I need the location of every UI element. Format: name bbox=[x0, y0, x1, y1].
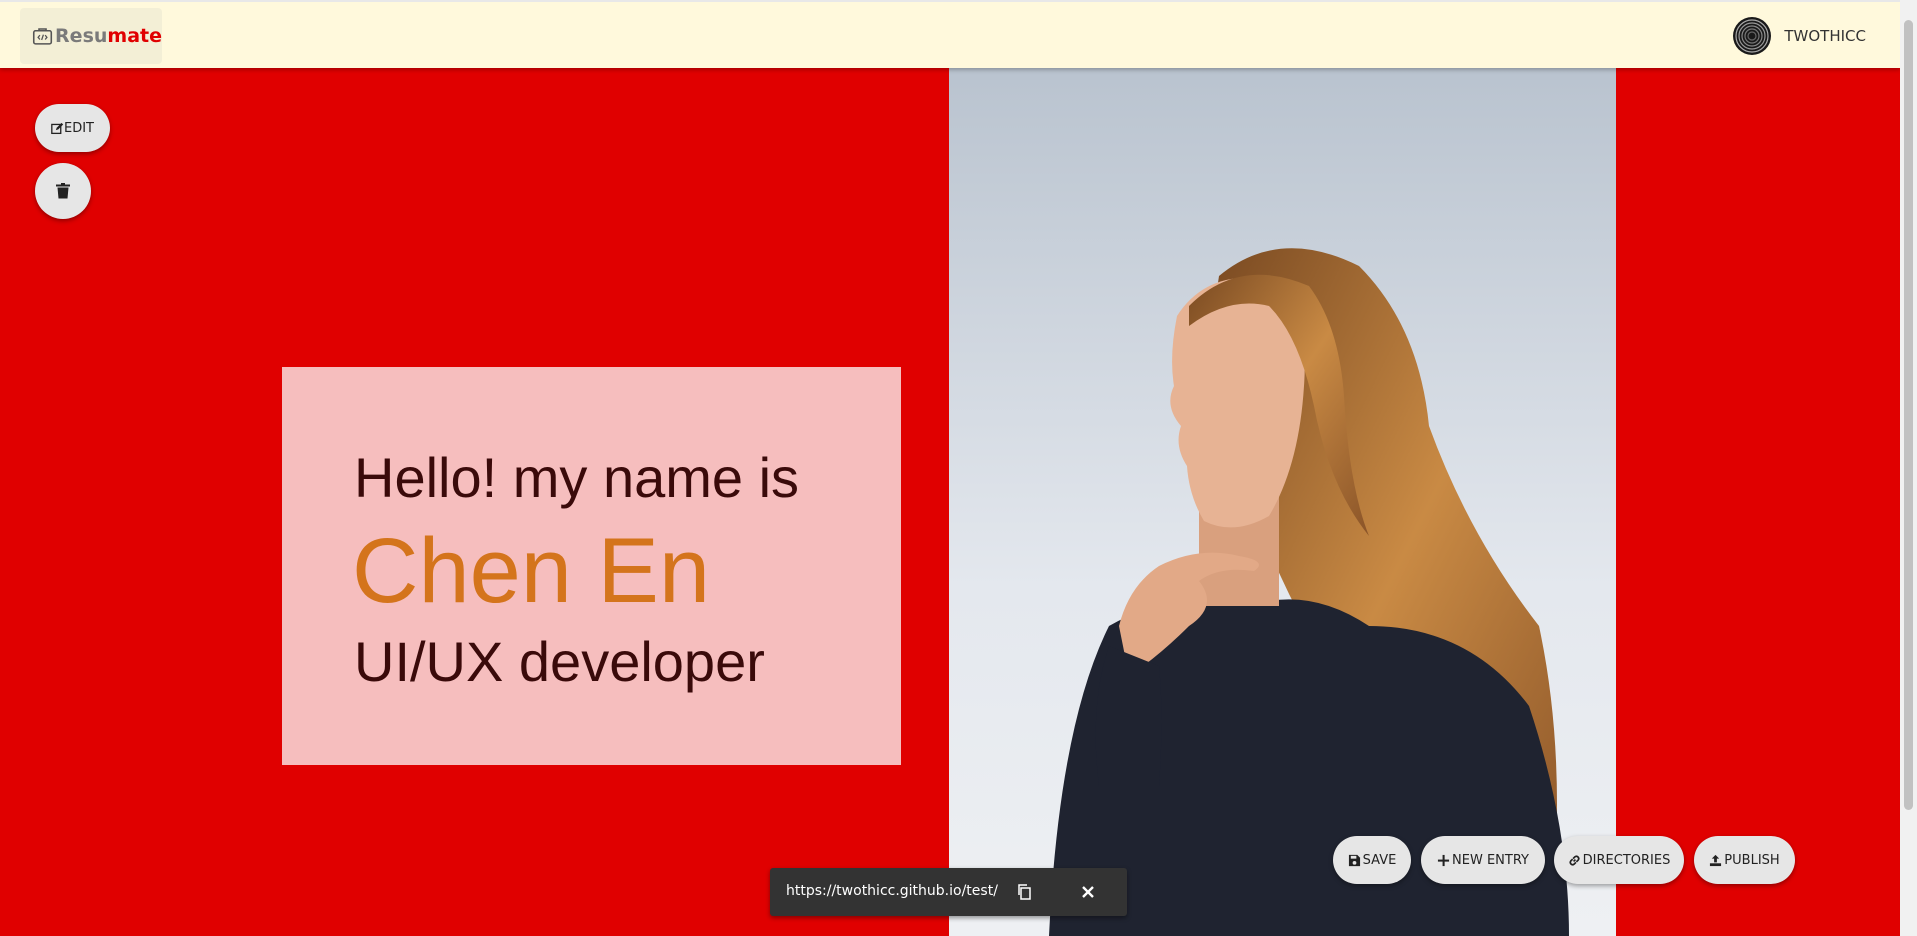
directories-button[interactable]: DIRECTORIES bbox=[1554, 836, 1684, 884]
save-label: SAVE bbox=[1362, 852, 1397, 868]
edit-button[interactable]: EDIT bbox=[35, 104, 110, 152]
save-icon bbox=[1348, 854, 1360, 866]
publish-label: PUBLISH bbox=[1724, 852, 1780, 868]
job-title: UI/UX developer bbox=[354, 630, 765, 693]
code-briefcase-icon bbox=[32, 28, 53, 45]
top-navbar: Resu mate TWOTHICC bbox=[0, 0, 1900, 68]
scrollbar-thumb[interactable] bbox=[1904, 20, 1913, 810]
brand-logo[interactable]: Resu mate bbox=[20, 8, 162, 64]
upload-icon bbox=[1710, 854, 1722, 866]
publish-button[interactable]: PUBLISH bbox=[1694, 836, 1795, 884]
person-name: Chen En bbox=[352, 520, 711, 622]
save-button[interactable]: SAVE bbox=[1333, 836, 1411, 884]
plus-icon bbox=[1437, 854, 1450, 866]
edit-label: EDIT bbox=[64, 120, 94, 136]
delete-button[interactable] bbox=[35, 163, 91, 219]
new-entry-label: NEW ENTRY bbox=[1452, 852, 1529, 868]
intro-card: Hello! my name is Chen En UI/UX develope… bbox=[282, 367, 901, 765]
published-url[interactable]: https://twothicc.github.io/test/ bbox=[786, 883, 998, 899]
avatar-spiral-icon bbox=[1733, 17, 1772, 55]
new-entry-button[interactable]: NEW ENTRY bbox=[1421, 836, 1545, 884]
username: TWOTHICC bbox=[1784, 27, 1866, 45]
trash-icon bbox=[56, 183, 70, 199]
published-url-toast: https://twothicc.github.io/test/ bbox=[770, 868, 1127, 916]
brand-name-part2: mate bbox=[107, 25, 162, 47]
page-scrollbar[interactable] bbox=[1900, 0, 1917, 936]
brand-name-part1: Resu bbox=[55, 25, 108, 47]
greeting-text: Hello! my name is bbox=[354, 446, 800, 509]
directories-label: DIRECTORIES bbox=[1582, 852, 1671, 868]
copy-icon[interactable] bbox=[1015, 882, 1035, 902]
edit-icon bbox=[51, 122, 64, 134]
profile-photo bbox=[949, 66, 1616, 936]
user-menu[interactable]: TWOTHICC bbox=[1732, 16, 1866, 56]
link-icon bbox=[1569, 855, 1580, 865]
close-icon[interactable] bbox=[1078, 882, 1098, 902]
